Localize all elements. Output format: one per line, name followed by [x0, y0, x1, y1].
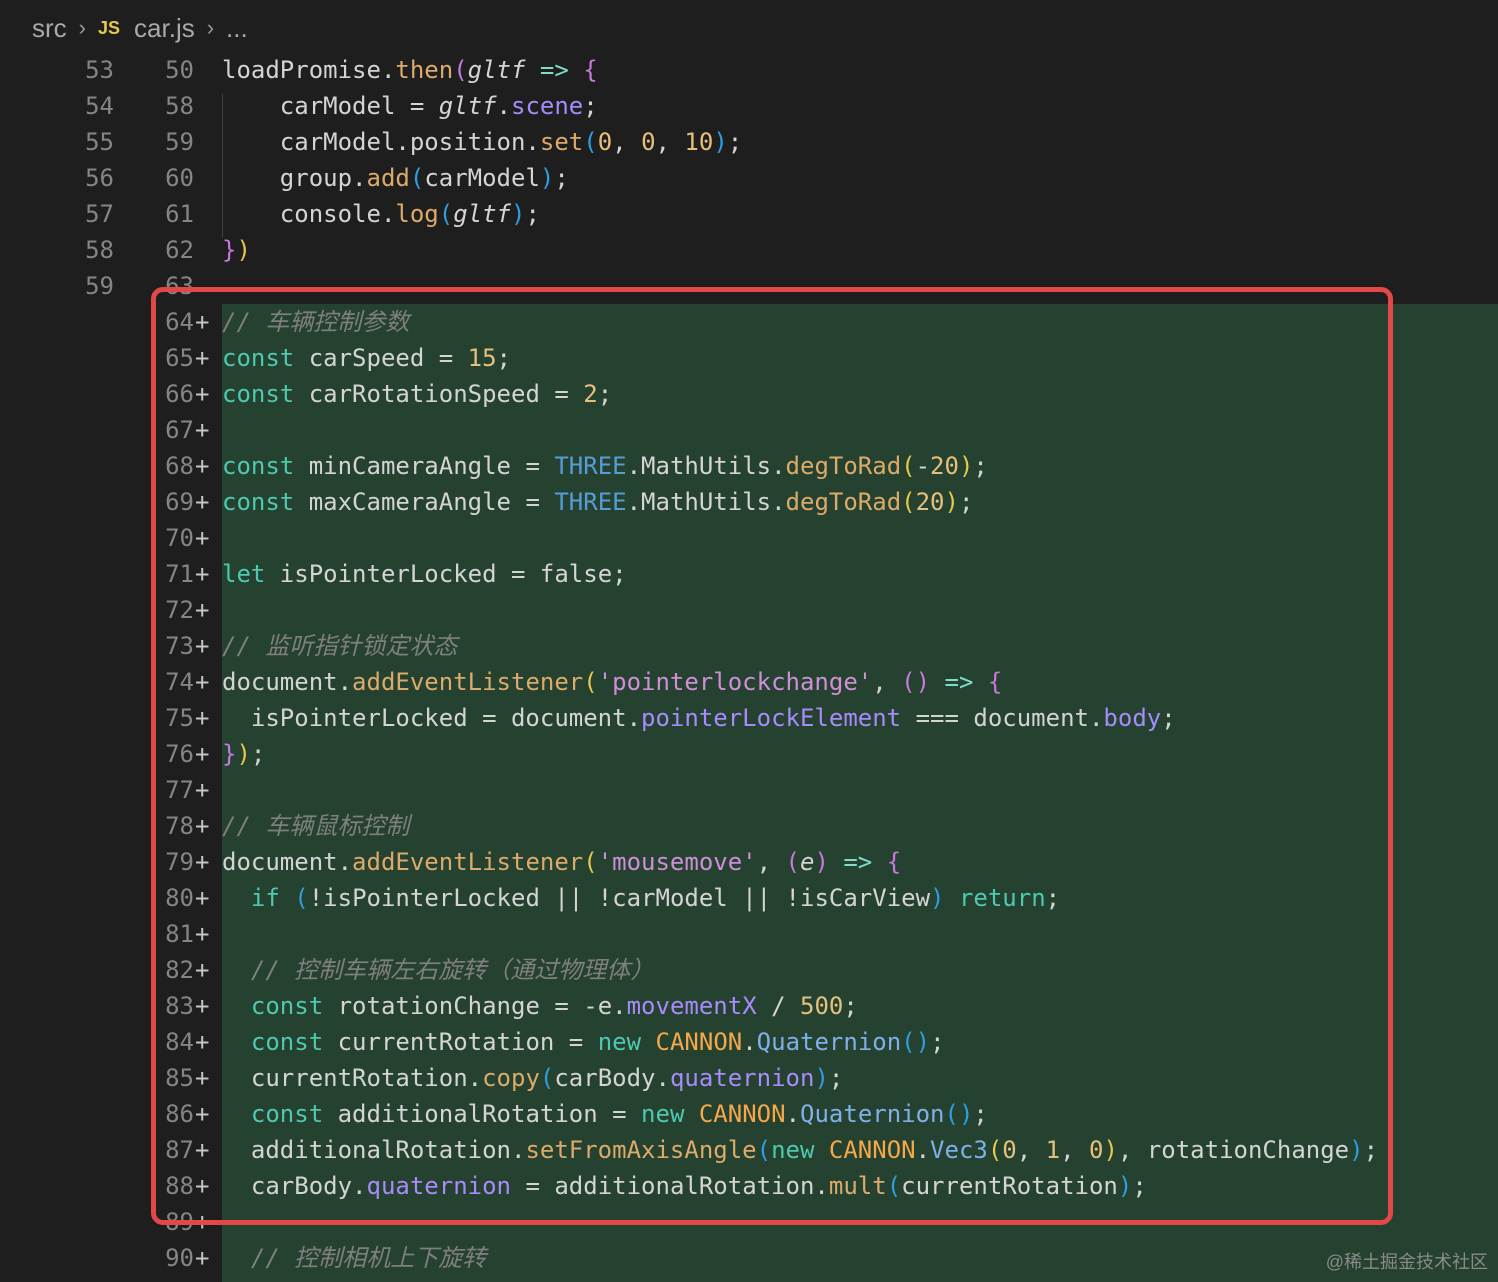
code-text: loadPromise.then(gltf => { — [222, 52, 598, 88]
code-token: gltf — [438, 92, 497, 120]
code-token: ; — [525, 200, 540, 228]
code-token: carModel.position. — [222, 128, 540, 156]
code-line[interactable]: 55 59 carModel.position.set(0, 0, 10); — [0, 124, 1498, 160]
code-token: 10 — [684, 128, 714, 156]
code-text: // 控制相机上下旋转 — [222, 1240, 486, 1276]
code-text: console.log(gltf); — [222, 196, 540, 232]
code-token: { — [583, 56, 598, 84]
code-token: set — [539, 128, 584, 156]
code-token: scene — [511, 92, 584, 120]
new-line-number: 90 — [165, 1244, 194, 1272]
old-line-number: 53 — [85, 56, 114, 84]
code-token: carModel = — [222, 92, 439, 120]
code-text: group.add(carModel); — [222, 160, 569, 196]
code-text: carModel = gltf.scene; — [222, 88, 598, 124]
code-line[interactable]: 56 60 group.add(carModel); — [0, 160, 1498, 196]
code-text: }) — [222, 232, 251, 268]
code-token: add — [366, 164, 410, 192]
code-token: 0 — [597, 128, 613, 156]
code-token: ) — [713, 128, 728, 156]
chevron-right-icon: › — [78, 15, 86, 40]
breadcrumb-ellipsis[interactable]: ... — [226, 13, 248, 44]
watermark: @稀土掘金技术社区 — [1325, 1252, 1488, 1272]
old-line-number: 56 — [85, 164, 114, 192]
added-line-marker-icon: + — [195, 1244, 210, 1272]
javascript-file-icon: JS — [98, 17, 121, 38]
code-token: console. — [222, 200, 396, 228]
new-line-number: 50 — [165, 56, 194, 84]
code-token: 0 — [641, 128, 656, 156]
code-line[interactable]: 58 62}) — [0, 232, 1498, 268]
code-token: group. — [222, 164, 367, 192]
chevron-right-icon: › — [206, 15, 215, 40]
code-token: , — [612, 128, 642, 156]
new-line-number: 58 — [165, 92, 194, 120]
breadcrumb-folder[interactable]: src — [32, 13, 67, 44]
code-token: ( — [583, 128, 598, 156]
breadcrumb-file[interactable]: car.js — [134, 13, 195, 44]
breadcrumb: src › JS car.js › ... — [32, 10, 248, 46]
new-line-number: 61 — [165, 200, 194, 228]
code-token: . — [496, 92, 511, 120]
code-token: ( — [453, 56, 468, 84]
code-token: ; — [583, 92, 598, 120]
new-line-number: 62 — [165, 236, 194, 264]
old-line-number: 59 — [85, 272, 114, 300]
code-token: } — [222, 236, 237, 264]
highlight-annotation-box — [151, 287, 1393, 1225]
code-token: ) — [511, 200, 526, 228]
old-line-number: 57 — [85, 200, 114, 228]
old-line-number: 55 — [85, 128, 114, 156]
code-line[interactable]: 54 58 carModel = gltf.scene; — [0, 88, 1498, 124]
code-token: then — [395, 56, 454, 84]
new-line-number: 59 — [165, 128, 194, 156]
code-token: , — [655, 128, 685, 156]
code-token: ; — [727, 128, 743, 156]
code-token: => — [539, 56, 569, 84]
code-token: gltf — [467, 56, 526, 84]
old-line-number: 54 — [85, 92, 114, 120]
code-token: ) — [236, 236, 251, 264]
code-token: loadPromise. — [222, 56, 396, 84]
code-token: ; — [554, 164, 569, 192]
code-token: log — [395, 200, 439, 228]
code-line[interactable]: 57 61 console.log(gltf); — [0, 196, 1498, 232]
code-token: carModel — [424, 164, 540, 192]
code-text: carModel.position.set(0, 0, 10); — [222, 124, 742, 160]
code-token: ( — [438, 200, 454, 228]
code-token: gltf — [453, 200, 511, 228]
code-line[interactable]: 53 50 loadPromise.then(gltf => { — [0, 52, 1498, 88]
code-token: // 控制相机上下旋转 — [250, 1244, 487, 1272]
code-token: ) — [539, 164, 555, 192]
code-line[interactable]: 90 + // 控制相机上下旋转 — [0, 1240, 1498, 1276]
new-line-number: 60 — [165, 164, 194, 192]
old-line-number: 58 — [85, 236, 114, 264]
code-token: ( — [409, 164, 425, 192]
